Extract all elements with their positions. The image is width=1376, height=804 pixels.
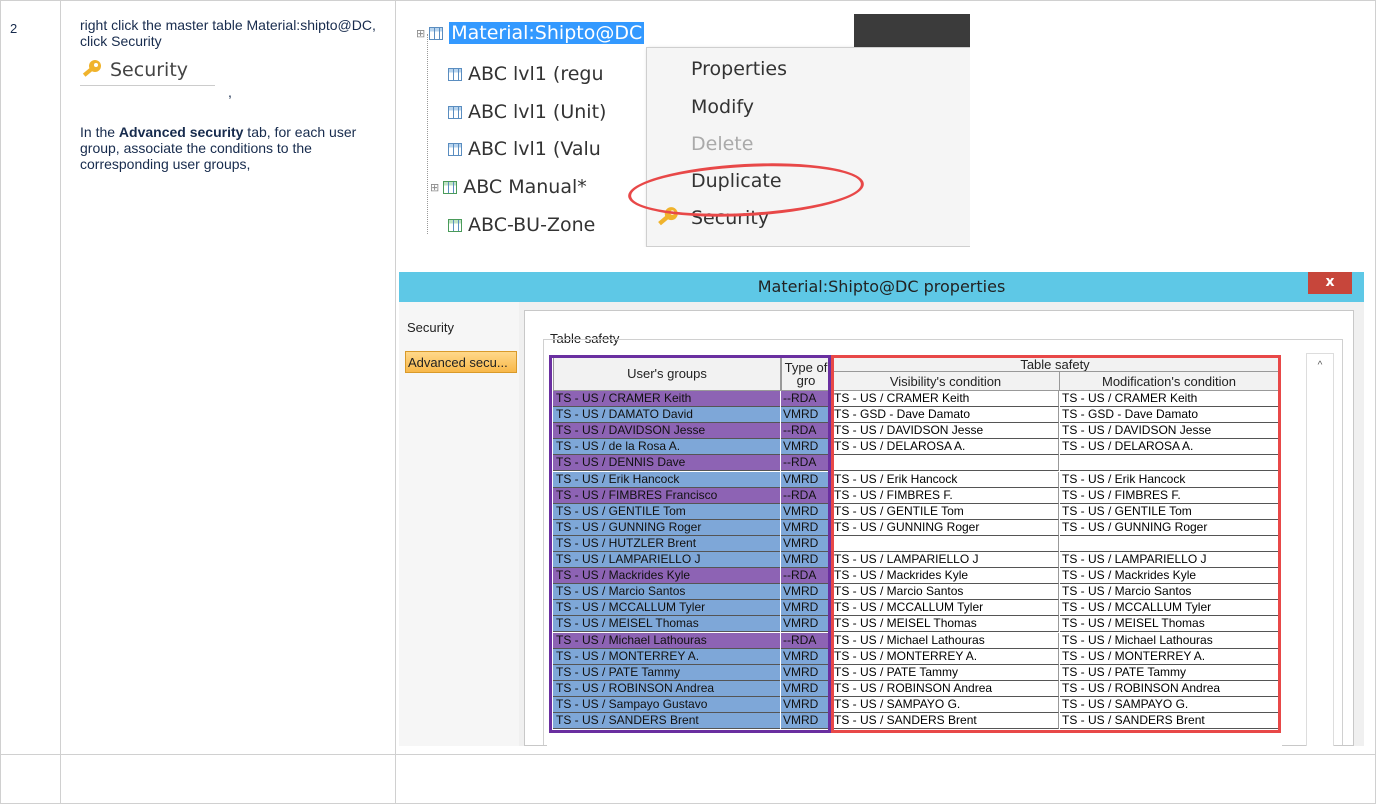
- instruction-text-1: right click the master table Material:sh…: [80, 17, 376, 49]
- dialog-title: Material:Shipto@DC properties: [757, 277, 1006, 296]
- tree-item[interactable]: ABC lvl1 (regu: [448, 63, 604, 85]
- security-table: User's groups Type of gro Table safety V…: [547, 353, 1282, 746]
- purple-highlight-box: [549, 355, 831, 733]
- scroll-up-icon[interactable]: ^: [1307, 360, 1333, 371]
- tab-advanced-security[interactable]: Advanced secu...: [405, 351, 517, 373]
- instruction-text-2: In the Advanced security tab, for each u…: [80, 124, 380, 172]
- menu-item-modify[interactable]: Modify: [691, 96, 754, 118]
- tree-item-master[interactable]: ⊞ Material:Shipto@DC: [416, 22, 645, 44]
- menu-item-properties[interactable]: Properties: [691, 58, 787, 80]
- view-icon: [443, 180, 458, 194]
- tree-item[interactable]: ABC lvl1 (Valu: [448, 138, 601, 160]
- view-icon: [448, 218, 462, 232]
- tree-item-label: ABC Manual*: [463, 176, 587, 198]
- instruction-text-2-pre: In the: [80, 124, 119, 140]
- comma: ,: [228, 84, 232, 100]
- tree-item[interactable]: ABC-BU-Zone: [448, 214, 595, 236]
- dialog-titlebar: Material:Shipto@DC properties x: [399, 272, 1364, 302]
- tree-item-label: Material:Shipto@DC: [449, 22, 645, 44]
- row-divider-bottom: [0, 754, 1376, 755]
- step-instructions: right click the master table Material:sh…: [80, 17, 390, 172]
- image-underline: [80, 85, 215, 86]
- tree-line: [427, 34, 428, 234]
- tab-security[interactable]: Security: [407, 320, 454, 335]
- table-icon: [448, 67, 462, 81]
- key-icon: [82, 60, 101, 77]
- close-button[interactable]: x: [1308, 272, 1352, 294]
- tree-item-label: ABC lvl1 (Unit): [468, 101, 607, 123]
- col-divider-1: [60, 0, 61, 804]
- tree-item-label: ABC lvl1 (Valu: [468, 138, 601, 160]
- expand-icon[interactable]: ⊞: [416, 27, 425, 40]
- context-menu-screenshot: ⊞ Material:Shipto@DC ABC lvl1 (regu ABC …: [414, 14, 970, 247]
- tree-item-label: ABC lvl1 (regu: [468, 63, 604, 85]
- table-icon: [448, 142, 462, 156]
- properties-dialog-screenshot: Material:Shipto@DC properties x Security…: [399, 272, 1364, 746]
- context-menu: Properties Modify Delete Duplicate Secur…: [646, 47, 970, 247]
- dialog-content: Table safety User's groups Type of gro T…: [524, 310, 1354, 746]
- security-icon-label: Security: [110, 59, 189, 81]
- vertical-scrollbar[interactable]: ^: [1306, 353, 1334, 746]
- advanced-security-bold: Advanced security: [118, 124, 244, 140]
- red-highlight-box: [831, 355, 1281, 733]
- tree-item-label: ABC-BU-Zone: [468, 214, 596, 236]
- row-2-divider: [0, 0, 1376, 1]
- tab-panel: Security Advanced secu...: [399, 302, 519, 746]
- table-icon: [448, 105, 462, 119]
- col-divider-2: [395, 0, 396, 804]
- tree-item[interactable]: ⊞ ABC Manual*: [430, 176, 587, 198]
- menu-item-delete[interactable]: Delete: [691, 133, 753, 155]
- security-inline-image: Security: [80, 55, 390, 85]
- tree-item[interactable]: ABC lvl1 (Unit): [448, 101, 606, 123]
- step-number: 2: [10, 21, 18, 36]
- table-icon: [429, 26, 444, 40]
- expand-icon[interactable]: ⊞: [430, 181, 439, 194]
